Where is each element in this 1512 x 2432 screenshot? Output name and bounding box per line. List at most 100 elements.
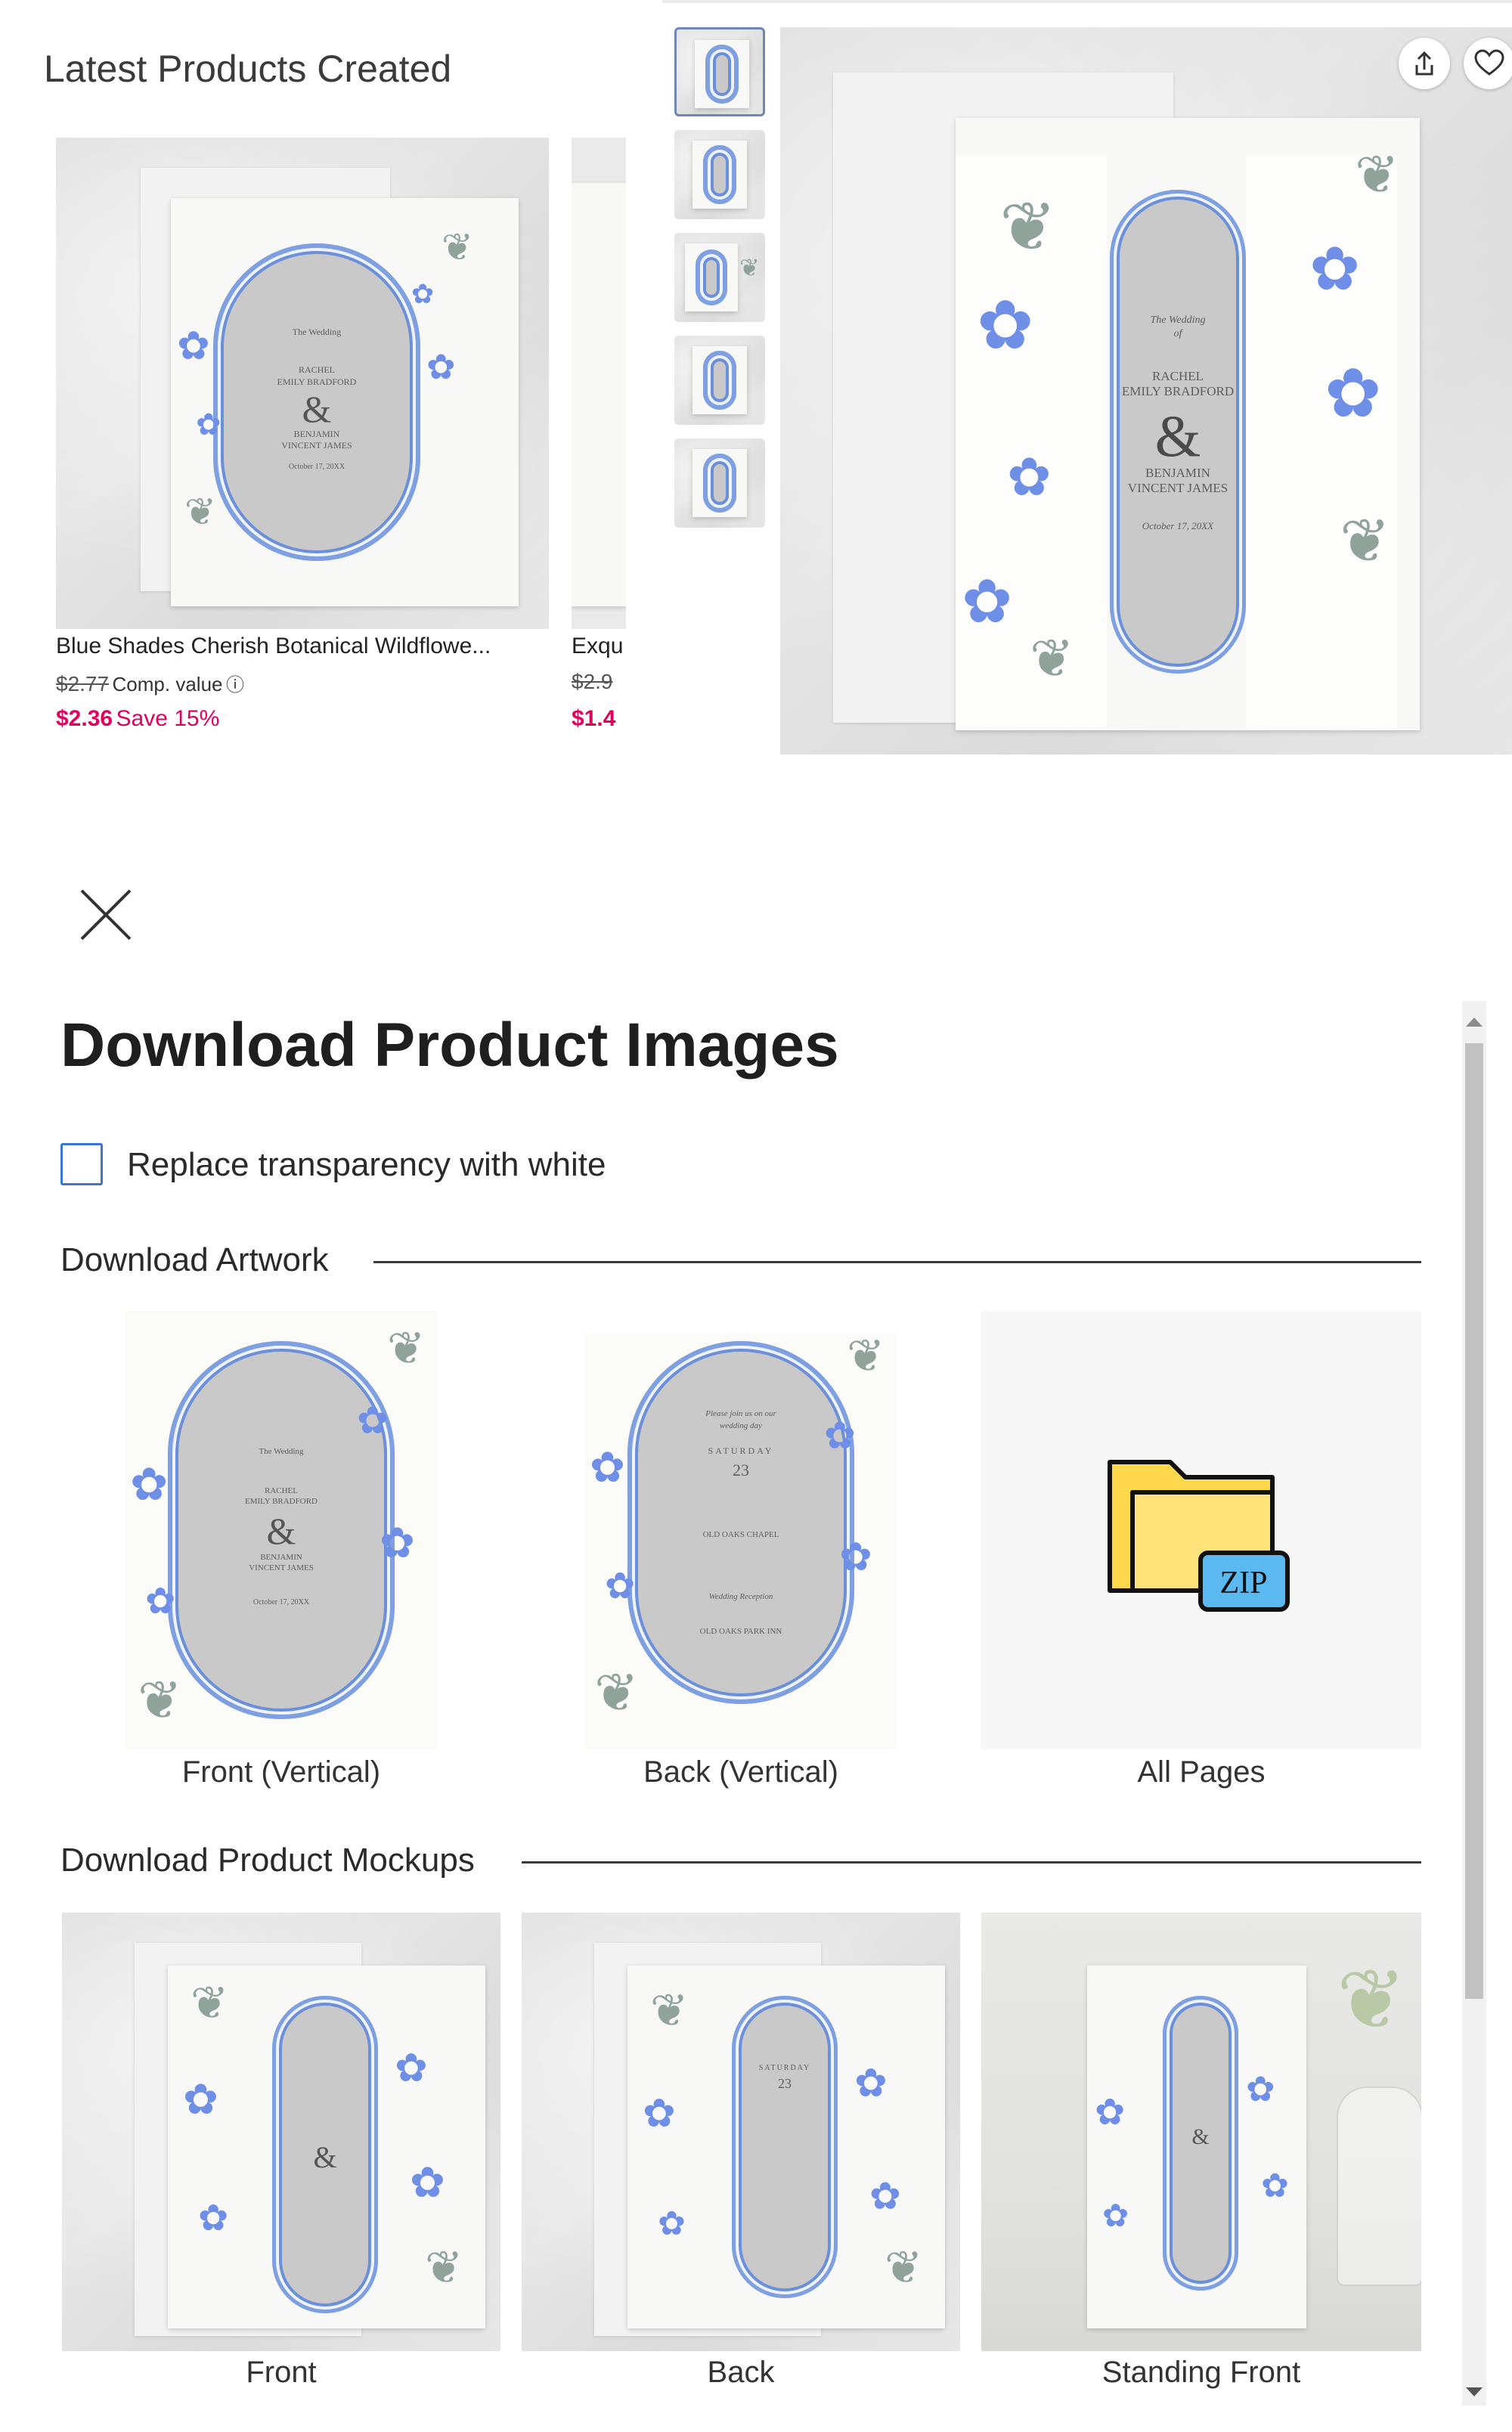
card-ampersand: &	[302, 388, 332, 430]
thumbnail[interactable]	[674, 438, 765, 528]
share-icon	[1415, 51, 1433, 76]
flower-icon: ✿	[395, 2046, 428, 2091]
card-groom: BENJAMIN	[293, 429, 340, 439]
flower-icon: ✿	[854, 2061, 888, 2106]
card-ampersand: &	[266, 1510, 296, 1552]
product-image[interactable]	[572, 138, 626, 629]
flower-icon: ✿	[590, 1443, 625, 1492]
scroll-up-icon[interactable]	[1466, 1018, 1483, 1027]
leaf-icon: ❦	[650, 1984, 689, 2037]
flower-icon: ✿	[658, 2204, 686, 2243]
flower-icon: ✿	[1325, 354, 1382, 433]
card-groom: BENJAMIN	[1145, 466, 1210, 480]
leaf-icon: ❦	[191, 1977, 229, 2030]
mockup-tile-back[interactable]: SATURDAY 23 ✿ ✿ ✿ ✿ ❦ ❦	[522, 1913, 960, 2351]
back-date: 23	[733, 1461, 749, 1479]
card-line: The Wedding	[1150, 314, 1206, 326]
card-bride: RACHEL	[299, 364, 335, 375]
transparency-checkbox[interactable]	[60, 1143, 103, 1185]
heart-icon	[1474, 49, 1504, 76]
flower-icon: ✿	[1246, 2068, 1275, 2109]
card-line: The Wedding	[292, 327, 342, 337]
section-divider	[373, 1261, 1421, 1263]
leaf-icon: ❦	[885, 2241, 923, 2294]
artwork-heading: Download Artwork	[60, 1241, 350, 1279]
flower-icon: ✿	[1102, 2197, 1129, 2234]
flower-icon: ✿	[1309, 234, 1361, 304]
scroll-down-icon[interactable]	[1466, 2387, 1483, 2396]
thumbnail[interactable]: ❦	[674, 233, 765, 322]
share-button[interactable]	[1399, 38, 1450, 89]
flower-icon: ✿	[411, 279, 435, 310]
checkbox-label[interactable]: Replace transparency with white	[127, 1146, 606, 1184]
modal-title: Download Product Images	[60, 1011, 839, 1080]
zip-badge-text: ZIP	[1220, 1566, 1268, 1600]
artwork-tile-all-pages[interactable]: ZIP	[981, 1311, 1421, 1749]
artwork-tile-front[interactable]: The Wedding RACHEL EMILY BRADFORD & BENJ…	[62, 1311, 500, 1749]
old-price: $2.77	[56, 672, 110, 696]
mockup-tile-standing-front[interactable]: & ✿ ✿ ✿ ✿ ❦	[981, 1913, 1421, 2351]
flower-icon: ✿	[198, 2197, 229, 2239]
card-of: of	[1173, 328, 1182, 339]
card-bride: RACHEL	[265, 1486, 298, 1495]
card-ampersand: &	[1154, 403, 1201, 469]
thumbnail[interactable]	[674, 27, 765, 116]
info-icon[interactable]: ⓘ	[226, 675, 244, 696]
card-bride: RACHEL	[1152, 369, 1204, 383]
card-bride-2: EMILY BRADFORD	[1121, 384, 1235, 398]
mockup-tile-front[interactable]: ✿ ✿ ✿ ✿ ❦ ❦ &	[62, 1913, 500, 2351]
mockup-tile-label: Back	[707, 2356, 775, 2389]
back-reception: Wedding Reception	[708, 1592, 773, 1601]
leaf-icon: ❦	[594, 1662, 639, 1724]
back-day: SATURDAY	[708, 1445, 774, 1456]
card-date: October 17, 20XX	[288, 463, 345, 471]
favorite-button[interactable]	[1464, 38, 1512, 89]
section-divider	[522, 1861, 1421, 1864]
card-bride-2: EMILY BRADFORD	[277, 376, 357, 387]
main-product-image[interactable]: The Wedding of RACHEL EMILY BRADFORD & B…	[780, 27, 1512, 754]
flower-icon: ✿	[977, 286, 1034, 365]
thumbnail[interactable]	[674, 130, 765, 219]
product-sale-row: $2.36 Save 15%	[56, 706, 219, 732]
artwork-tile-label: All Pages	[1137, 1755, 1266, 1789]
back-park: OLD OAKS PARK INN	[699, 1627, 782, 1636]
back-line: Please join us on our	[705, 1409, 776, 1418]
close-button[interactable]	[76, 885, 136, 945]
flower-icon: ✿	[1095, 2091, 1126, 2133]
leaf-icon: ❦	[999, 187, 1057, 267]
old-price: $2.9	[572, 670, 613, 693]
flower-icon: ✿	[869, 2174, 901, 2218]
artwork-tile-label: Front (Vertical)	[181, 1755, 381, 1789]
product-image[interactable]: The Wedding RACHEL EMILY BRADFORD & BENJ…	[56, 138, 549, 629]
save-badge: Save 15%	[116, 706, 220, 731]
sale-price: $2.36	[56, 706, 113, 731]
back-day: SATURDAY	[758, 2064, 811, 2072]
flower-icon: ✿	[824, 1414, 856, 1458]
mockup-tile-label: Standing Front	[1101, 2356, 1301, 2389]
flower-icon: ✿	[145, 1580, 176, 1622]
flower-icon: ✿	[130, 1458, 169, 1511]
product-price-row: $2.77 Comp. value ⓘ	[56, 670, 244, 697]
flower-icon: ✿	[196, 407, 222, 442]
product-name[interactable]: Blue Shades Cherish Botanical Wildflowe.…	[56, 634, 555, 659]
back-date: 23	[778, 2076, 792, 2091]
zip-folder-icon: ZIP	[1108, 1460, 1290, 1612]
latest-products-title: Latest Products Created	[44, 48, 452, 90]
product-name[interactable]: Exqu	[572, 634, 626, 659]
mockups-heading: Download Product Mockups	[60, 1842, 496, 1879]
leaf-icon: ❦	[138, 1669, 182, 1731]
card-groom-2: VINCENT JAMES	[281, 440, 352, 451]
leaf-icon: ❦	[184, 490, 216, 534]
artwork-tile-back[interactable]: Please join us on our wedding day SATURD…	[522, 1311, 960, 1749]
card-ampersand: &	[313, 2140, 337, 2174]
close-icon	[80, 889, 132, 940]
thumbnail[interactable]	[674, 336, 765, 425]
card-date: October 17, 20XX	[253, 1598, 310, 1606]
card-bride-2: EMILY BRADFORD	[245, 1497, 318, 1506]
flower-icon: ✿	[380, 1519, 415, 1568]
comp-value-label: Comp. value	[112, 673, 223, 696]
leaf-icon: ❦	[387, 1322, 426, 1375]
scrollbar-thumb[interactable]	[1465, 1043, 1483, 1999]
flower-icon: ✿	[643, 2091, 676, 2136]
card-groom-2: VINCENT JAMES	[249, 1563, 314, 1572]
